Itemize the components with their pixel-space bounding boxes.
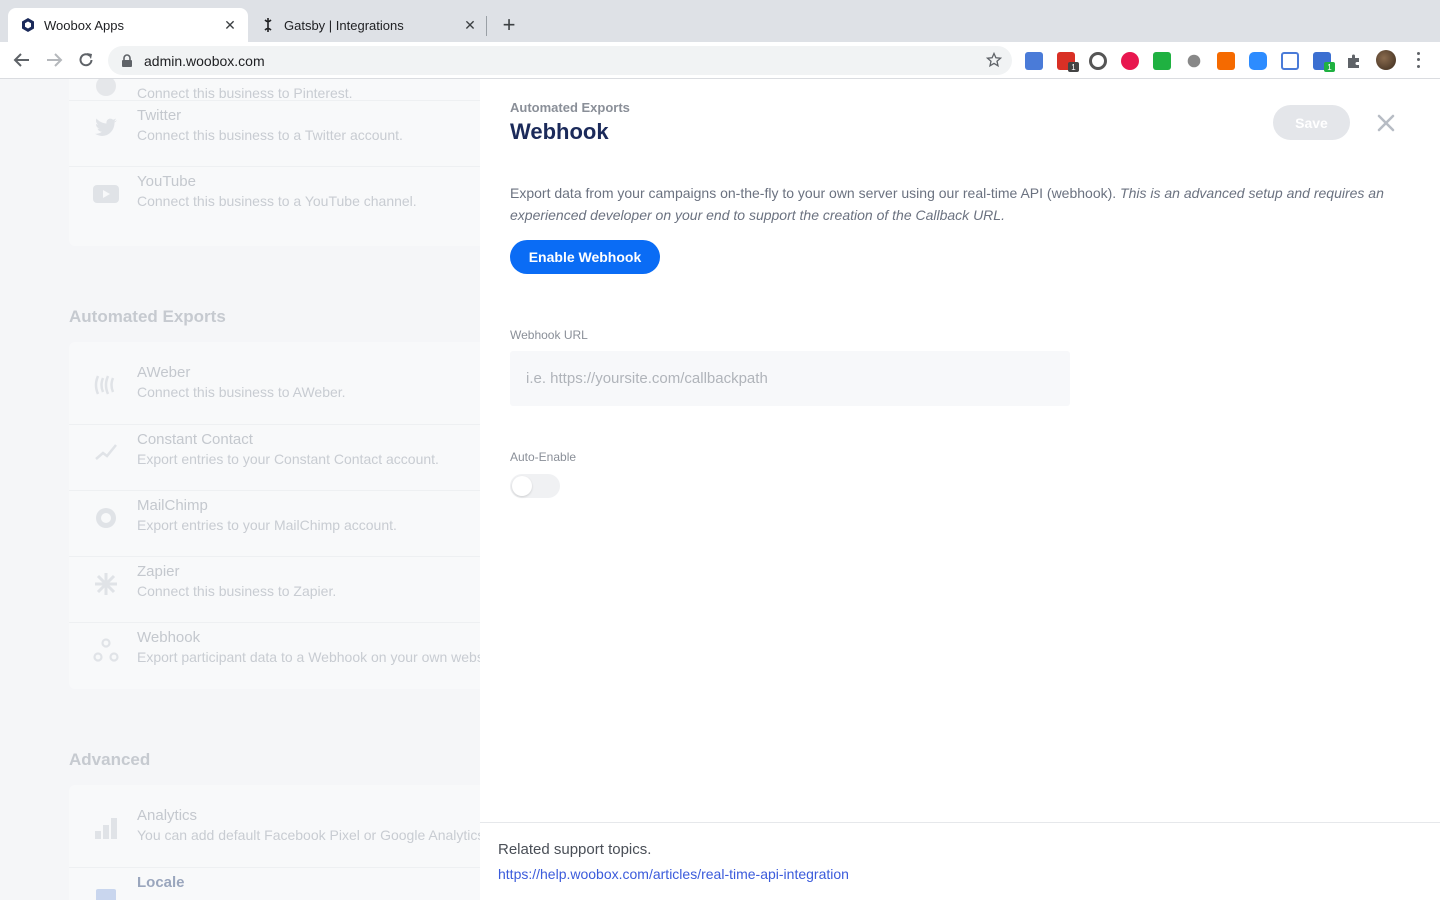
list-item-name: Webhook <box>137 629 201 646</box>
extension-badge: 1 <box>1324 62 1335 72</box>
constant-contact-icon <box>93 439 119 465</box>
list-item-name: YouTube <box>137 173 196 190</box>
tab-close-icon[interactable]: ✕ <box>220 15 240 35</box>
list-item: AWeber Connect this business to AWeber. <box>69 358 480 424</box>
enable-webhook-button[interactable]: Enable Webhook <box>510 240 660 274</box>
list-item-desc: You can add default Facebook Pixel or Go… <box>137 827 480 843</box>
webhook-panel: Automated Exports Webhook Save Export da… <box>480 79 1440 900</box>
list-item-name: AWeber <box>137 364 191 381</box>
extension-icon[interactable] <box>1121 52 1139 70</box>
list-item-desc: Connect this business to Zapier. <box>137 583 337 599</box>
tab-gatsby-integrations[interactable]: Gatsby | Integrations ✕ <box>248 8 488 42</box>
pinterest-icon <box>93 79 119 99</box>
extension-icon[interactable] <box>1089 52 1107 70</box>
list-item: Constant Contact Export entries to your … <box>69 424 480 490</box>
zoom-extension-icon[interactable] <box>1249 52 1267 70</box>
extension-icon[interactable] <box>1025 52 1043 70</box>
social-card: Connect this business to Pinterest. Twit… <box>69 79 480 246</box>
address-bar[interactable]: admin.woobox.com <box>108 46 1012 75</box>
analytics-icon <box>93 815 119 841</box>
bookmark-star-icon[interactable] <box>985 51 1003 68</box>
list-item-desc: Export participant data to a Webhook on … <box>137 649 480 665</box>
aweber-icon <box>93 372 119 398</box>
list-item-name: Constant Contact <box>137 431 253 448</box>
webhook-url-input[interactable] <box>510 351 1070 406</box>
list-item-name: Zapier <box>137 563 180 580</box>
related-topics-title: Related support topics. <box>498 841 652 858</box>
intro-plain: Export data from your campaigns on-the-f… <box>510 185 1121 201</box>
auto-enable-toggle[interactable] <box>510 474 560 498</box>
list-item-name: Twitter <box>137 107 182 124</box>
page-title: Webhook <box>510 119 609 144</box>
webhook-url-label: Webhook URL <box>510 328 588 342</box>
extension-badge: 1 <box>1068 62 1079 72</box>
close-icon[interactable] <box>1375 112 1397 134</box>
list-item: Twitter Connect this business to a Twitt… <box>69 100 480 166</box>
list-item-desc: Export entries to your MailChimp account… <box>137 517 397 533</box>
youtube-icon <box>93 181 119 207</box>
list-item-desc: Connect this business to a Twitter accou… <box>137 127 403 143</box>
tab-title: Gatsby | Integrations <box>284 17 404 33</box>
extension-icon[interactable] <box>1187 54 1201 68</box>
section-title-automated-exports: Automated Exports <box>69 307 226 326</box>
tab-woobox-apps[interactable]: Woobox Apps ✕ <box>8 8 248 42</box>
twitter-icon <box>93 115 119 141</box>
browser-menu-icon[interactable] <box>1412 50 1424 70</box>
extension-icon[interactable] <box>1153 52 1171 70</box>
zapier-icon <box>93 571 119 597</box>
auto-enable-label: Auto-Enable <box>510 450 577 464</box>
lock-icon <box>120 53 134 68</box>
extension-icon[interactable] <box>1281 52 1299 70</box>
list-item: Webhook Export participant data to a Web… <box>69 622 480 688</box>
list-item: Zapier Connect this business to Zapier. <box>69 556 480 622</box>
tab-close-icon[interactable]: ✕ <box>460 15 480 35</box>
url-text: admin.woobox.com <box>144 52 265 69</box>
webhook-icon <box>93 637 119 663</box>
list-item-desc: Connect this business to AWeber. <box>137 384 346 400</box>
section-title-advanced: Advanced <box>69 750 151 769</box>
new-tab-plus-icon[interactable]: + <box>498 14 520 36</box>
forward-arrow-icon[interactable] <box>42 48 66 72</box>
browser-tab-bar: Woobox Apps ✕ Gatsby | Integrations ✕ + <box>0 0 1440 42</box>
advanced-card: Analytics You can add default Facebook P… <box>69 785 480 900</box>
reload-icon[interactable] <box>74 48 98 72</box>
gatsby-favicon-icon <box>260 17 276 33</box>
puzzle-extensions-icon[interactable] <box>1345 52 1363 70</box>
list-item-name: Analytics <box>137 807 198 824</box>
exports-card: AWeber Connect this business to AWeber. … <box>69 342 480 689</box>
woobox-favicon-icon <box>20 17 36 33</box>
list-item-desc: Connect this business to Pinterest. <box>137 85 353 101</box>
toggle-knob <box>512 476 532 496</box>
profile-avatar[interactable] <box>1376 50 1396 70</box>
panel-eyebrow: Automated Exports <box>510 100 630 115</box>
save-button[interactable]: Save <box>1273 105 1350 140</box>
intro-text: Export data from your campaigns on-the-f… <box>510 182 1390 226</box>
list-item-desc: Export entries to your Constant Contact … <box>137 451 439 467</box>
list-item: MailChimp Export entries to your MailChi… <box>69 490 480 556</box>
background-page: Connect this business to Pinterest. Twit… <box>0 79 480 900</box>
locale-icon <box>93 882 119 900</box>
tab-separator <box>486 16 487 36</box>
panel-footer: Related support topics. https://help.woo… <box>480 822 1440 900</box>
mailchimp-icon <box>93 505 119 531</box>
related-support-link[interactable]: https://help.woobox.com/articles/real-ti… <box>498 866 849 882</box>
back-arrow-icon[interactable] <box>10 48 34 72</box>
list-item-name: MailChimp <box>137 497 208 514</box>
list-item-name: Locale <box>137 874 185 891</box>
tab-title: Woobox Apps <box>44 17 124 33</box>
list-item: Analytics You can add default Facebook P… <box>69 801 480 867</box>
list-item: Locale <box>69 867 480 900</box>
list-item: YouTube Connect this business to a YouTu… <box>69 166 480 232</box>
extension-icon[interactable] <box>1217 52 1235 70</box>
list-item-desc: Connect this business to a YouTube chann… <box>137 193 417 209</box>
browser-toolbar: admin.woobox.com 1 1 <box>0 42 1440 79</box>
